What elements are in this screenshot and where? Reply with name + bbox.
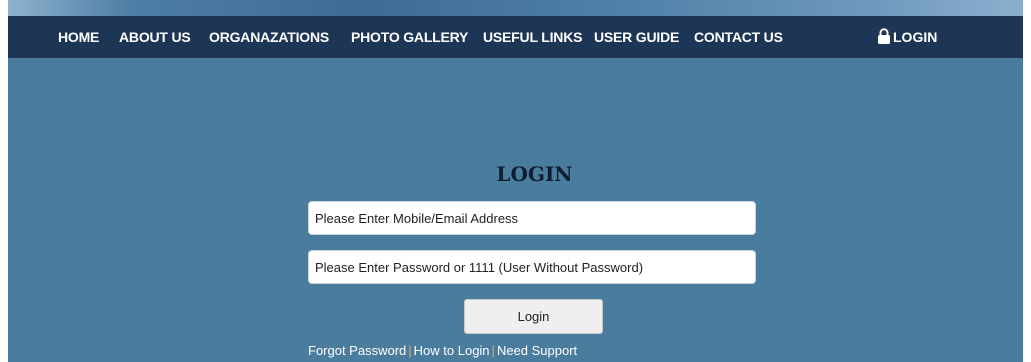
nav-about-us[interactable]: ABOUT US <box>119 16 191 58</box>
nav-photo-gallery[interactable]: PHOTO GALLERY <box>351 16 468 58</box>
login-title: LOGIN <box>496 162 573 186</box>
email-field[interactable] <box>308 201 756 235</box>
header-strip <box>8 0 1023 16</box>
lock-icon <box>878 28 890 45</box>
nav-user-guide[interactable]: USER GUIDE <box>594 16 679 58</box>
nav-home[interactable]: HOME <box>58 16 99 58</box>
navbar: HOME ABOUT US ORGANAZATIONS PHOTO GALLER… <box>8 16 1023 58</box>
need-support-link[interactable]: Need Support <box>497 343 577 358</box>
nav-useful-links[interactable]: USEFUL LINKS <box>483 16 582 58</box>
nav-login-label: LOGIN <box>893 29 938 45</box>
link-separator: | <box>408 343 412 358</box>
login-button[interactable]: Login <box>464 299 603 334</box>
link-separator: | <box>491 343 495 358</box>
nav-login[interactable]: LOGIN <box>877 16 937 58</box>
password-field[interactable] <box>308 250 756 284</box>
nav-contact-us[interactable]: CONTACT US <box>694 16 783 58</box>
forgot-password-link[interactable]: Forgot Password <box>308 343 406 358</box>
help-links: Forgot Password | How to Login | Need Suppor… <box>308 343 577 358</box>
page-frame: HOME ABOUT US ORGANAZATIONS PHOTO GALLER… <box>8 0 1023 362</box>
nav-organizations[interactable]: ORGANAZATIONS <box>209 16 329 58</box>
how-to-login-link[interactable]: How to Login <box>414 343 490 358</box>
